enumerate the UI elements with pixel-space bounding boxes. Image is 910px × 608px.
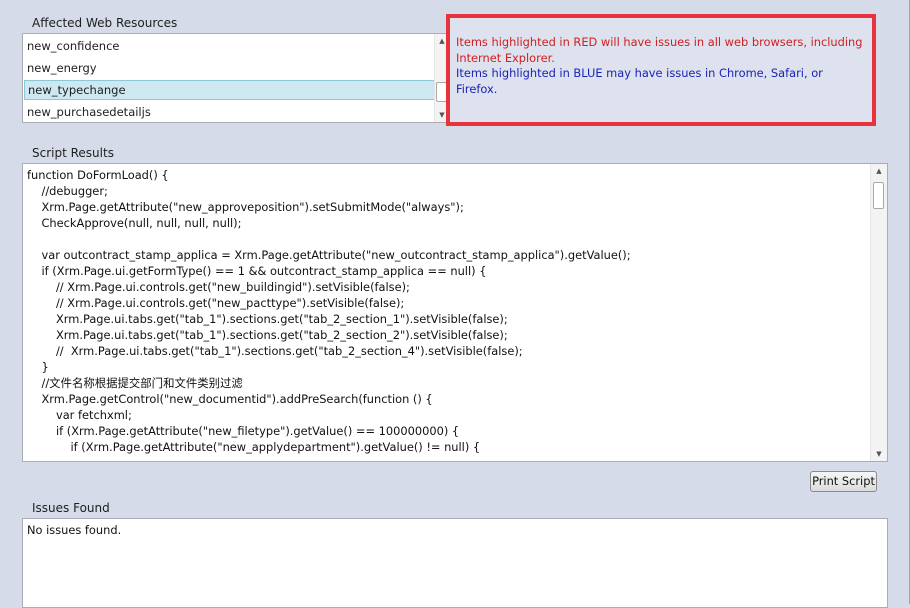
code-line: if (Xrm.Page.ui.getFormType() == 1 && ou… <box>27 264 487 278</box>
code-line: //文件名称根据提交部门和文件类别过滤 <box>27 376 243 390</box>
code-line: //debugger; <box>27 184 108 198</box>
affected-resources-list[interactable]: new_confidence new_energy new_typechange… <box>22 33 450 123</box>
resource-item-new-typechange[interactable]: new_typechange <box>24 80 436 100</box>
blue-notice-text: Items highlighted in BLUE may have issue… <box>456 66 823 96</box>
resource-item-new-energy[interactable]: new_energy <box>24 58 436 78</box>
code-line: Xrm.Page.getControl("new_documentid").ad… <box>27 392 433 406</box>
code-line: if (Xrm.Page.getAttribute("new_filetype"… <box>27 424 460 438</box>
code-line: if (Xrm.Page.getAttribute("new_applydepa… <box>27 440 481 454</box>
code-line: Xrm.Page.getAttribute("new_approvepositi… <box>27 200 464 214</box>
browser-compat-notice: Items highlighted in RED will have issue… <box>446 14 876 126</box>
script-results-textarea[interactable]: function DoFormLoad() { //debugger; Xrm.… <box>22 163 888 462</box>
code-line: var fetchxml; <box>27 408 132 422</box>
code-line: Xrm.Page.ui.tabs.get("tab_1").sections.g… <box>27 328 508 342</box>
script-code: function DoFormLoad() { //debugger; Xrm.… <box>27 167 869 461</box>
script-scroll-thumb[interactable] <box>873 182 884 209</box>
scroll-up-arrow-icon[interactable]: ▲ <box>871 165 887 177</box>
code-line: Xrm.Page.ui.tabs.get("tab_1").sections.g… <box>27 312 508 326</box>
issues-text: No issues found. <box>27 523 122 537</box>
print-script-button[interactable]: Print Script <box>810 471 877 492</box>
issues-found-label: Issues Found <box>32 501 110 515</box>
resource-item-new-confidence[interactable]: new_confidence <box>24 36 436 56</box>
code-line: // Xrm.Page.ui.controls.get("new_buildin… <box>27 280 410 294</box>
resource-item-new-purchasedetailjs[interactable]: new_purchasedetailjs <box>24 102 436 122</box>
code-line: // Xrm.Page.ui.tabs.get("tab_1").section… <box>27 344 523 358</box>
scroll-down-arrow-icon[interactable]: ▼ <box>871 448 887 460</box>
code-line: function DoFormLoad() { <box>27 168 169 182</box>
code-line: CheckApprove(null, null, null, null); <box>27 216 242 230</box>
code-line: // Xrm.Page.ui.controls.get("new_pacttyp… <box>27 296 405 310</box>
code-line: var outcontract_stamp_applica = Xrm.Page… <box>27 248 631 262</box>
code-line: } <box>27 360 49 374</box>
issues-found-textarea[interactable]: No issues found. <box>22 518 888 608</box>
red-notice-text: Items highlighted in RED will have issue… <box>456 35 863 65</box>
script-scrollbar[interactable]: ▲ ▼ <box>870 164 887 461</box>
script-results-label: Script Results <box>32 146 114 160</box>
affected-resources-label: Affected Web Resources <box>32 16 178 30</box>
